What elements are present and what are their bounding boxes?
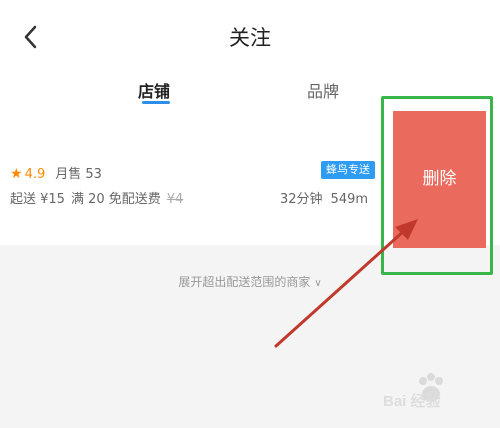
monthly-sales: 月售 53 [55, 167, 102, 182]
delivery-badge: 蜂鸟专送 [321, 161, 375, 179]
original-delivery-fee: ¥4 [166, 192, 184, 207]
chevron-down-icon: ∨ [314, 278, 322, 289]
delivery-info: 起送 ¥15 满 20 免配送费 ¥4 [10, 188, 189, 207]
shop-rating: 4.9 [24, 167, 46, 182]
watermark-text: Bai 经验 [383, 393, 441, 410]
delivery-time: 32分钟 [280, 192, 323, 207]
free-delivery: 满 20 免配送费 [70, 192, 161, 207]
header-bar: 关注 [0, 0, 500, 70]
expand-out-of-range-link[interactable]: 展开超出配送范围的商家 ∨ [0, 273, 500, 290]
active-tab-indicator [142, 101, 170, 104]
distance: 549m [330, 192, 369, 207]
tab-brands[interactable]: 品牌 [307, 78, 339, 102]
expand-label: 展开超出配送范围的商家 [178, 275, 311, 289]
highlight-box [381, 96, 493, 275]
page-title: 关注 [229, 26, 271, 50]
time-distance: 32分钟 549m [280, 188, 376, 207]
watermark-logo: Bai 经验 [383, 372, 493, 416]
tab-shops[interactable]: 店铺 [138, 78, 170, 102]
rating-line: ★ 4.9 月售 53 [10, 163, 102, 182]
min-order: 起送 ¥15 [10, 192, 65, 207]
star-icon: ★ [10, 166, 23, 182]
